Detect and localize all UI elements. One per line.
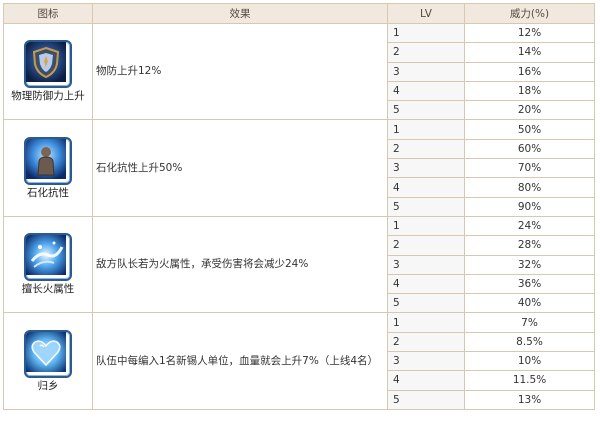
power-cell: 10%	[464, 351, 595, 372]
skill-icon-cell: 物理防御力上升	[3, 22, 93, 121]
skill-effect: 敌方队长若为火属性，承受伤害将会减少24%	[92, 215, 388, 314]
power-cell: 80%	[464, 177, 595, 198]
power-cell: 11.5%	[464, 370, 595, 391]
shield-icon	[24, 40, 72, 89]
level-cell: 5	[387, 293, 465, 314]
skill-table: 图标 效果 LV 威力(%) 物理防御力上升 物防上升12% 1 12% 2 14% 3 16…	[3, 3, 595, 410]
power-cell: 50%	[464, 119, 595, 140]
level-cell: 5	[387, 196, 465, 217]
level-cell: 1	[387, 119, 465, 140]
level-cell: 3	[387, 351, 465, 372]
level-cell: 3	[387, 158, 465, 179]
skill-icon-cell: 归乡	[3, 312, 93, 410]
level-cell: 3	[387, 61, 465, 82]
table-row: 擅长火属性 敌方队长若为火属性，承受伤害将会减少24% 1 24%	[3, 215, 595, 314]
header-power: 威力(%)	[464, 3, 595, 24]
power-cell: 36%	[464, 273, 595, 295]
level-cell: 1	[387, 215, 465, 237]
power-cell: 24%	[464, 215, 595, 237]
power-cell: 7%	[464, 312, 595, 333]
power-cell: 18%	[464, 80, 595, 102]
heart-icon	[24, 329, 72, 378]
skill-effect: 物防上升12%	[92, 22, 388, 121]
level-cell: 2	[387, 331, 465, 353]
power-cell: 8.5%	[464, 331, 595, 353]
level-cell: 2	[387, 42, 465, 63]
skill-name: 物理防御力上升	[11, 90, 85, 103]
level-cell: 1	[387, 312, 465, 333]
skill-name: 归乡	[37, 379, 59, 392]
splash-icon	[24, 233, 72, 282]
level-cell: 5	[387, 389, 465, 410]
level-cell: 4	[387, 177, 465, 198]
table-row: 石化抗性 石化抗性上升50% 1 50%	[3, 119, 595, 217]
power-cell: 90%	[464, 196, 595, 217]
level-cell: 4	[387, 370, 465, 391]
power-cell: 20%	[464, 100, 595, 121]
skill-name: 擅长火属性	[21, 283, 75, 296]
power-cell: 32%	[464, 254, 595, 275]
skill-table-container: 图标 效果 LV 威力(%) 物理防御力上升 物防上升12% 1 12% 2 14% 3 16…	[3, 3, 595, 410]
level-cell: 2	[387, 235, 465, 256]
level-cell: 4	[387, 80, 465, 102]
power-cell: 13%	[464, 389, 595, 410]
skill-effect: 石化抗性上升50%	[92, 119, 388, 217]
skill-table-body: 物理防御力上升 物防上升12% 1 12% 2 14% 3 16% 4 18% 5 20% 石化抗性 石化…	[3, 22, 595, 410]
skill-icon-cell: 石化抗性	[3, 119, 93, 217]
skill-effect: 队伍中每编入1名新锡人单位，血量就会上升7%（上线4名）	[92, 312, 388, 410]
header-effect: 效果	[92, 3, 388, 24]
level-cell: 2	[387, 138, 465, 160]
power-cell: 60%	[464, 138, 595, 160]
skill-name: 石化抗性	[27, 186, 69, 199]
power-cell: 12%	[464, 22, 595, 44]
skill-icon-cell: 擅长火属性	[3, 215, 93, 314]
power-cell: 70%	[464, 158, 595, 179]
power-cell: 14%	[464, 42, 595, 63]
power-cell: 16%	[464, 61, 595, 82]
table-row: 归乡 队伍中每编入1名新锡人单位，血量就会上升7%（上线4名） 1 7%	[3, 312, 595, 410]
table-row: 物理防御力上升 物防上升12% 1 12%	[3, 22, 595, 121]
level-cell: 4	[387, 273, 465, 295]
level-cell: 1	[387, 22, 465, 44]
level-cell: 3	[387, 254, 465, 275]
level-cell: 5	[387, 100, 465, 121]
header-icon: 图标	[3, 3, 93, 24]
header-row: 图标 效果 LV 威力(%)	[3, 3, 595, 24]
header-lv: LV	[387, 3, 465, 24]
power-cell: 28%	[464, 235, 595, 256]
power-cell: 40%	[464, 293, 595, 314]
stone-figure-icon	[24, 136, 72, 185]
